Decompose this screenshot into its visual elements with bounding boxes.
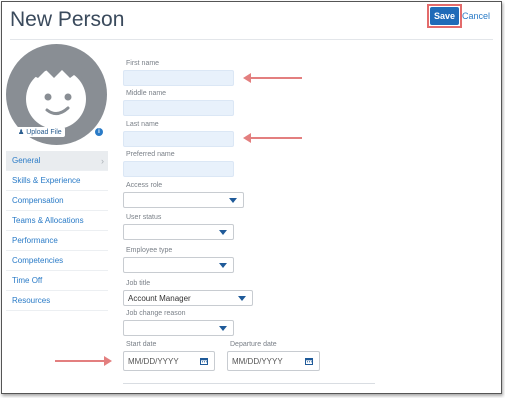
sidebar-item-label: General <box>12 156 41 165</box>
sidebar-item-general[interactable]: General › <box>6 151 108 171</box>
sidebar-item-label: Time Off <box>12 276 43 285</box>
save-button[interactable]: Save <box>430 7 459 25</box>
preferred-name-field[interactable] <box>123 161 234 177</box>
sidebar-item-label: Resources <box>12 296 51 305</box>
sidebar-item-performance[interactable]: Performance <box>6 231 108 251</box>
sidebar-item-label: Teams & Allocations <box>12 216 84 225</box>
header-divider <box>10 39 493 40</box>
job-change-reason-label: Job change reason <box>126 310 186 317</box>
chevron-right-icon: › <box>101 155 104 166</box>
preferred-name-label: Preferred name <box>126 151 175 158</box>
caret-down-icon <box>219 263 227 268</box>
calendar-icon[interactable] <box>305 357 313 365</box>
sidebar-item-compensation[interactable]: Compensation <box>6 191 108 211</box>
cancel-link[interactable]: Cancel <box>462 11 490 21</box>
employee-type-select[interactable] <box>123 257 234 273</box>
middle-name-field[interactable] <box>123 100 234 116</box>
annotation-arrow-first-name <box>243 73 302 83</box>
sidebar-nav: General › Skills & Experience Compensati… <box>6 151 108 311</box>
sidebar-item-label: Skills & Experience <box>12 176 81 185</box>
calendar-icon[interactable] <box>200 357 208 365</box>
departure-date-placeholder: MM/DD/YYYY <box>232 356 283 366</box>
sidebar-item-skills[interactable]: Skills & Experience <box>6 171 108 191</box>
start-date-field[interactable]: MM/DD/YYYY <box>123 351 215 371</box>
form-divider <box>123 383 375 384</box>
last-name-label: Last name <box>126 121 159 128</box>
upload-file-button[interactable]: ♟ Upload File <box>15 127 65 137</box>
sidebar-item-label: Performance <box>12 236 58 245</box>
last-name-field[interactable] <box>123 131 234 147</box>
access-role-select[interactable] <box>123 192 244 208</box>
departure-date-field[interactable]: MM/DD/YYYY <box>227 351 320 371</box>
start-date-label: Start date <box>126 341 157 348</box>
caret-down-icon <box>219 230 227 235</box>
first-name-label: First name <box>126 60 160 67</box>
caret-down-icon <box>238 296 246 301</box>
sidebar-item-competencies[interactable]: Competencies <box>6 251 108 271</box>
sidebar-item-teams[interactable]: Teams & Allocations <box>6 211 108 231</box>
sidebar-item-label: Competencies <box>12 256 64 265</box>
caret-down-icon <box>229 198 237 203</box>
first-name-field[interactable] <box>123 70 234 86</box>
start-date-placeholder: MM/DD/YYYY <box>128 356 179 366</box>
employee-type-label: Employee type <box>126 247 173 254</box>
user-status-label: User status <box>126 214 162 221</box>
info-icon[interactable]: i <box>95 128 103 136</box>
sidebar-item-time-off[interactable]: Time Off <box>6 271 108 291</box>
job-change-reason-select[interactable] <box>123 320 234 336</box>
job-title-select[interactable]: Account Manager <box>123 290 253 306</box>
upload-file-label: Upload File <box>26 129 62 136</box>
access-role-label: Access role <box>126 182 163 189</box>
sidebar-item-label: Compensation <box>12 196 64 205</box>
middle-name-label: Middle name <box>126 90 167 97</box>
departure-date-label: Departure date <box>230 341 277 348</box>
job-title-value: Account Manager <box>128 293 191 303</box>
job-title-label: Job title <box>126 280 151 287</box>
user-icon: ♟ <box>18 129 25 136</box>
annotation-arrow-start-date <box>55 356 112 366</box>
caret-down-icon <box>219 326 227 331</box>
user-status-select[interactable] <box>123 224 234 240</box>
annotation-arrow-last-name <box>243 133 302 143</box>
sidebar-item-resources[interactable]: Resources <box>6 291 108 311</box>
page-title: New Person <box>10 8 125 31</box>
